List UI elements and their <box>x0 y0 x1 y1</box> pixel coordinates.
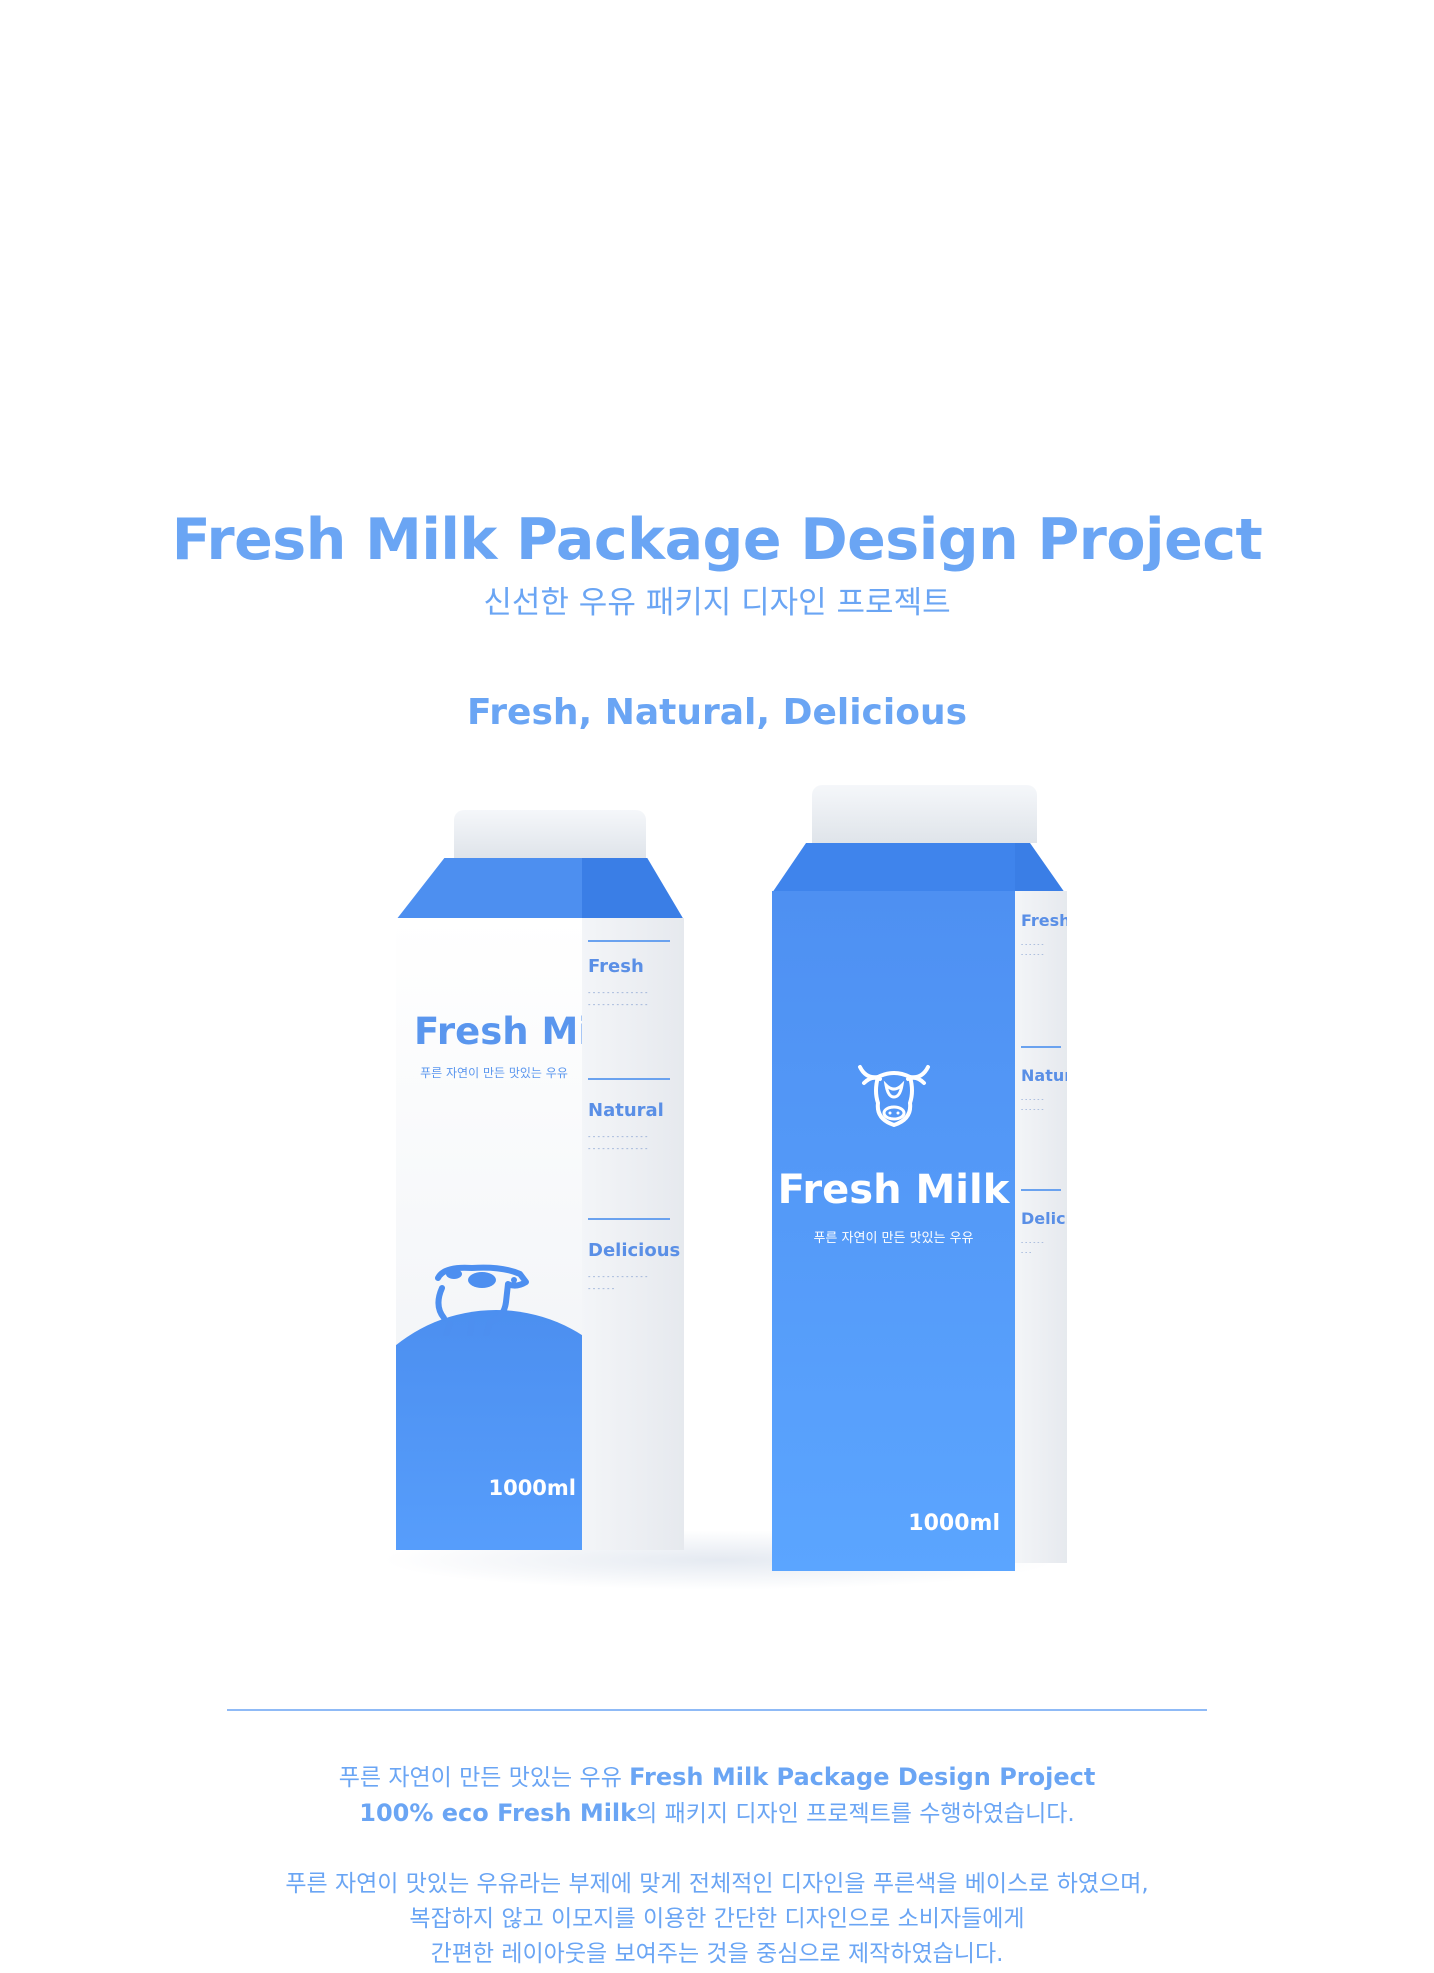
carton-slogan: 푸른 자연이 만든 맛있는 우유 <box>420 1066 568 1080</box>
blue-milk-carton: Fresh Milk 푸른 자연이 만든 맛있는 우유 1000ml Fresh… <box>772 785 1072 1585</box>
carton-roof-side <box>1015 843 1065 893</box>
side-divider <box>588 1078 670 1080</box>
cow-sticker-icon <box>435 1264 529 1336</box>
section-divider <box>227 1709 1207 1711</box>
page-title: Fresh Milk Package Design Project <box>171 507 1263 573</box>
side-section-natural: Natural - - - - - -- - - - - - <box>1021 1066 1067 1115</box>
page-subtitle: 신선한 우유 패키지 디자인 프로젝트 <box>483 585 951 621</box>
side-fine-print: - - - - - - - - - - - - -- - - - - - <box>588 1273 648 1293</box>
cow-face-icon <box>858 1065 930 1127</box>
side-heading: Delicious <box>1021 1209 1067 1228</box>
carton-front-panel: Fresh Milk 푸른 자연이 만든 맛있는 우유 1000ml <box>396 918 582 1550</box>
side-fine-print: - - - - - -- - - - - - <box>1021 1096 1044 1113</box>
description-highlight: 100% eco Fresh Milk <box>359 1799 637 1827</box>
project-description: 푸른 자연이 만든 맛있는 우유 Fresh Milk Package Desi… <box>0 1760 1434 1972</box>
carton-hill-wave <box>396 1310 582 1550</box>
description-line: 복잡하지 않고 이모지를 이용한 간단한 디자인으로 소비자들에게 <box>409 1906 1025 1932</box>
side-heading: Delicious <box>588 1240 681 1261</box>
side-section-delicious: Delicious - - - - - - - - - - - - -- - -… <box>588 1240 681 1295</box>
carton-volume: 1000ml <box>908 1511 1000 1536</box>
carton-brand: Fresh Milk <box>414 1010 582 1053</box>
carton-roof-front <box>772 843 1015 893</box>
carton-cap <box>454 810 646 858</box>
title-block: Fresh Milk Package Design Project 신선한 우유… <box>0 505 1434 623</box>
carton-slogan: 푸른 자연이 만든 맛있는 우유 <box>813 1231 974 1246</box>
description-text: 의 패키지 디자인 프로젝트를 수행하였습니다. <box>636 1801 1075 1827</box>
white-milk-carton: Fresh Milk 푸른 자연이 만든 맛있는 우유 1000ml Fresh… <box>396 810 691 1550</box>
side-heading: Natural <box>588 1100 664 1121</box>
description-line: 간편한 레이아웃을 보여주는 것을 중심으로 제작하였습니다. <box>430 1941 1004 1967</box>
side-fine-print: - - - - - -- - - - - - <box>1021 941 1044 958</box>
carton-front-panel: Fresh Milk 푸른 자연이 만든 맛있는 우유 1000ml <box>772 891 1015 1571</box>
side-section-delicious: Delicious - - - - - -- - - <box>1021 1209 1067 1258</box>
side-heading: Fresh <box>588 956 644 977</box>
side-heading: Fresh <box>1021 911 1067 930</box>
side-fine-print: - - - - - -- - - <box>1021 1239 1044 1256</box>
carton-side-panel: Fresh - - - - - - - - - - - - -- - - - -… <box>582 918 684 1550</box>
side-divider <box>1021 1046 1061 1048</box>
side-section-fresh: Fresh - - - - - -- - - - - - <box>1021 911 1067 960</box>
side-fine-print: - - - - - - - - - - - - -- - - - - - - -… <box>588 989 648 1009</box>
side-section-natural: Natural - - - - - - - - - - - - -- - - -… <box>588 1100 676 1155</box>
carton-volume: 1000ml <box>488 1476 576 1500</box>
side-heading: Natural <box>1021 1066 1067 1085</box>
carton-cap <box>812 785 1037 843</box>
side-divider <box>588 1218 670 1220</box>
side-section-fresh: Fresh - - - - - - - - - - - - -- - - - -… <box>588 956 676 1011</box>
description-line: 100% eco Fresh Milk의 패키지 디자인 프로젝트를 수행하였습… <box>0 1796 1434 1832</box>
description-line: 푸른 자연이 만든 맛있는 우유 Fresh Milk Package Desi… <box>0 1760 1434 1796</box>
carton-side-panel: Fresh - - - - - -- - - - - - Natural - -… <box>1015 891 1067 1563</box>
tagline: Fresh, Natural, Delicious <box>466 692 968 733</box>
side-divider <box>1021 1189 1061 1191</box>
side-fine-print: - - - - - - - - - - - - -- - - - - - - -… <box>588 1133 648 1153</box>
description-highlight: Fresh Milk Package Design Project <box>629 1763 1096 1791</box>
description-text: 푸른 자연이 만든 맛있는 우유 <box>338 1765 630 1791</box>
carton-brand: Fresh Milk <box>777 1167 1010 1213</box>
carton-roof-side <box>582 858 684 920</box>
side-divider <box>588 940 670 942</box>
carton-roof-front <box>396 858 582 920</box>
description-line: 푸른 자연이 맛있는 우유라는 부제에 맞게 전체적인 디자인을 푸른색을 베이… <box>285 1871 1149 1897</box>
